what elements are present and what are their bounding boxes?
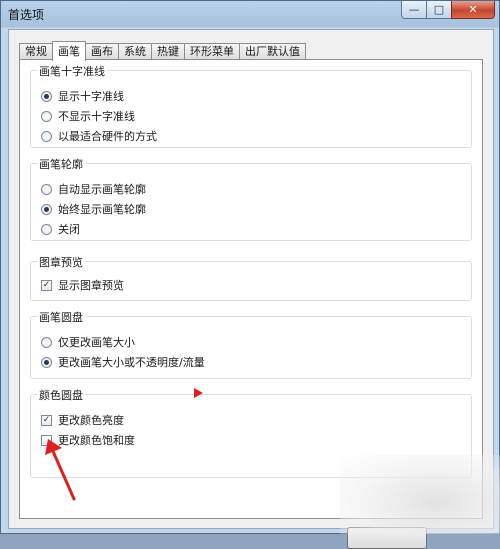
red-pointer-marker-icon [194, 388, 203, 398]
crosshair-group-title: 画笔十字准线 [37, 63, 107, 79]
option-hardware-crosshair[interactable]: 以最适合硬件的方式 [41, 128, 157, 144]
option-size-or-opacity[interactable]: 更改画笔大小或不透明度/流量 [41, 354, 205, 370]
tab-bar: 常规 画笔 画布 系统 热键 环形菜单 出厂默认值 [19, 40, 306, 61]
tab-brush[interactable]: 画笔 [52, 41, 86, 61]
tab-system[interactable]: 系统 [118, 43, 152, 60]
option-label: 显示图章预览 [58, 279, 124, 292]
checkbox-checked-icon[interactable]: ✓ [41, 414, 52, 426]
brush-puck-group-title: 画笔圆盘 [37, 309, 85, 325]
tab-radial-menu[interactable]: 环形菜单 [184, 43, 240, 60]
window-title: 首选项 [8, 8, 45, 22]
option-label: 始终显示画笔轮廓 [58, 203, 146, 216]
option-label: 更改画笔大小或不透明度/流量 [58, 356, 205, 369]
option-label: 更改颜色亮度 [58, 414, 124, 427]
radio-selected-icon[interactable] [41, 356, 52, 368]
option-outline-off[interactable]: 关闭 [41, 221, 80, 237]
option-label: 仅更改画笔大小 [58, 336, 135, 349]
stamp-preview-group: 图章预览 ✓ 显示图章预览 [30, 254, 472, 301]
radio-selected-icon[interactable] [41, 90, 52, 102]
option-change-brightness[interactable]: ✓ 更改颜色亮度 [41, 412, 124, 428]
radio-icon[interactable] [41, 336, 52, 348]
radio-selected-icon[interactable] [41, 203, 52, 215]
option-always-outline[interactable]: 始终显示画笔轮廓 [41, 201, 146, 217]
radio-icon[interactable] [41, 183, 52, 195]
maximize-icon: □ [433, 3, 445, 16]
close-icon: ✕ [468, 3, 478, 16]
brush-tab-panel: 画笔十字准线 显示十字准线 不显示十字准线 以最适合硬件的方式 画笔轮廓 自动显… [19, 59, 483, 519]
checkbox-checked-icon[interactable]: ✓ [41, 279, 52, 291]
red-arrow-annotation [45, 439, 76, 501]
tab-canvas[interactable]: 画布 [85, 43, 119, 60]
brush-puck-group: 画笔圆盘 仅更改画笔大小 更改画笔大小或不透明度/流量 [30, 309, 472, 379]
radio-icon[interactable] [41, 110, 52, 122]
tab-factory-defaults[interactable]: 出厂默认值 [239, 43, 306, 60]
option-auto-outline[interactable]: 自动显示画笔轮廓 [41, 181, 146, 197]
tab-general[interactable]: 常规 [19, 43, 53, 60]
maximize-button[interactable]: □ [426, 1, 452, 19]
outline-group: 画笔轮廓 自动显示画笔轮廓 始终显示画笔轮廓 关闭 [30, 156, 472, 241]
option-label: 以最适合硬件的方式 [58, 130, 157, 143]
outline-group-title: 画笔轮廓 [37, 156, 85, 172]
option-show-crosshair[interactable]: 显示十字准线 [41, 88, 124, 104]
radio-icon[interactable] [41, 223, 52, 235]
stamp-preview-group-title: 图章预览 [37, 254, 85, 270]
minimize-icon: — [408, 3, 420, 16]
close-button[interactable]: ✕ [451, 1, 495, 19]
radio-icon[interactable] [41, 130, 52, 142]
option-label: 自动显示画笔轮廓 [58, 183, 146, 196]
color-puck-group-title: 颜色圆盘 [37, 387, 85, 403]
option-label: 不显示十字准线 [58, 110, 135, 123]
option-size-only[interactable]: 仅更改画笔大小 [41, 334, 135, 350]
tab-hotkeys[interactable]: 热键 [151, 43, 185, 60]
option-show-stamp-preview[interactable]: ✓ 显示图章预览 [41, 277, 124, 293]
option-hide-crosshair[interactable]: 不显示十字准线 [41, 108, 135, 124]
blurred-watermark [340, 455, 500, 534]
option-label: 关闭 [58, 223, 80, 236]
crosshair-group: 画笔十字准线 显示十字准线 不显示十字准线 以最适合硬件的方式 [30, 63, 472, 148]
option-label: 显示十字准线 [58, 90, 124, 103]
minimize-button[interactable]: — [401, 1, 427, 19]
